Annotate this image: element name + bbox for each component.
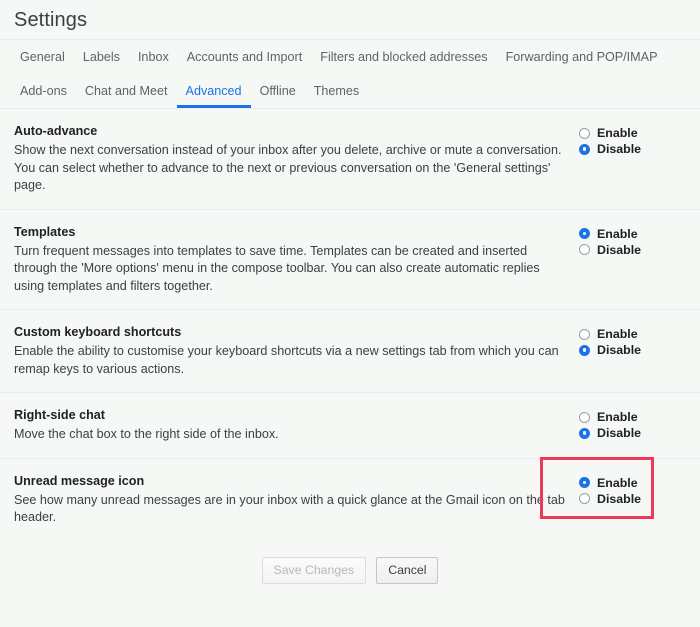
tab-filters-and-blocked-addresses[interactable]: Filters and blocked addresses bbox=[311, 40, 496, 74]
tab-forwarding-and-pop-imap[interactable]: Forwarding and POP/IMAP bbox=[497, 40, 667, 74]
tab-themes[interactable]: Themes bbox=[305, 74, 369, 108]
setting-text: Right-side chat Move the chat box to the … bbox=[14, 407, 568, 444]
setting-title: Right-side chat bbox=[14, 407, 568, 424]
radio-option-label: Disable bbox=[597, 141, 641, 157]
radio-button-icon[interactable] bbox=[579, 144, 590, 155]
settings-tabs: GeneralLabelsInboxAccounts and ImportFil… bbox=[0, 40, 700, 109]
radio-option-label: Disable bbox=[597, 491, 641, 507]
radio-option-disable[interactable]: Disable bbox=[579, 342, 692, 358]
radio-button-icon[interactable] bbox=[579, 412, 590, 423]
tab-labels[interactable]: Labels bbox=[74, 40, 129, 74]
setting-title: Custom keyboard shortcuts bbox=[14, 324, 568, 341]
setting-options: EnableDisable bbox=[568, 224, 692, 258]
settings-list: Auto-advance Show the next conversation i… bbox=[0, 109, 700, 541]
setting-text: Templates Turn frequent messages into tem… bbox=[14, 224, 568, 296]
setting-description: Move the chat box to the right side of t… bbox=[14, 426, 568, 444]
radio-option-enable[interactable]: Enable bbox=[579, 409, 692, 425]
radio-button-icon[interactable] bbox=[579, 345, 590, 356]
setting-text: Unread message icon See how many unread m… bbox=[14, 473, 568, 527]
radio-button-icon[interactable] bbox=[579, 428, 590, 439]
tab-row: GeneralLabelsInboxAccounts and ImportFil… bbox=[11, 40, 700, 108]
setting-description: See how many unread messages are in your… bbox=[14, 492, 568, 527]
setting-row: Right-side chat Move the chat box to the … bbox=[0, 393, 700, 459]
cancel-button[interactable]: Cancel bbox=[376, 557, 438, 584]
radio-option-enable[interactable]: Enable bbox=[579, 326, 692, 342]
setting-title: Unread message icon bbox=[14, 473, 568, 490]
radio-option-enable[interactable]: Enable bbox=[579, 226, 692, 242]
form-actions: Save Changes Cancel bbox=[0, 541, 700, 584]
tab-general[interactable]: General bbox=[11, 40, 74, 74]
radio-option-disable[interactable]: Disable bbox=[579, 491, 692, 507]
save-changes-button[interactable]: Save Changes bbox=[262, 557, 367, 584]
radio-option-disable[interactable]: Disable bbox=[579, 141, 692, 157]
radio-button-icon[interactable] bbox=[579, 244, 590, 255]
tab-offline[interactable]: Offline bbox=[251, 74, 305, 108]
tab-accounts-and-import[interactable]: Accounts and Import bbox=[178, 40, 312, 74]
radio-option-label: Disable bbox=[597, 342, 641, 358]
setting-text: Custom keyboard shortcuts Enable the abil… bbox=[14, 324, 568, 378]
radio-option-label: Enable bbox=[597, 409, 638, 425]
page-title: Settings bbox=[14, 8, 700, 32]
setting-description: Enable the ability to customise your key… bbox=[14, 343, 568, 378]
radio-option-label: Disable bbox=[597, 425, 641, 441]
setting-row: Auto-advance Show the next conversation i… bbox=[0, 109, 700, 210]
radio-button-icon[interactable] bbox=[579, 329, 590, 340]
setting-row: Custom keyboard shortcuts Enable the abil… bbox=[0, 310, 700, 393]
radio-option-label: Enable bbox=[597, 475, 638, 491]
radio-option-disable[interactable]: Disable bbox=[579, 425, 692, 441]
tab-advanced[interactable]: Advanced bbox=[177, 74, 251, 108]
settings-header: Settings bbox=[0, 0, 700, 40]
setting-title: Auto-advance bbox=[14, 123, 568, 140]
tab-add-ons[interactable]: Add-ons bbox=[11, 74, 76, 108]
radio-option-disable[interactable]: Disable bbox=[579, 242, 692, 258]
radio-button-icon[interactable] bbox=[579, 493, 590, 504]
setting-description: Turn frequent messages into templates to… bbox=[14, 243, 568, 296]
setting-title: Templates bbox=[14, 224, 568, 241]
tab-chat-and-meet[interactable]: Chat and Meet bbox=[76, 74, 177, 108]
radio-button-icon[interactable] bbox=[579, 128, 590, 139]
radio-button-icon[interactable] bbox=[579, 477, 590, 488]
setting-options: EnableDisable bbox=[568, 473, 692, 507]
setting-description: Show the next conversation instead of yo… bbox=[14, 142, 568, 195]
setting-row: Templates Turn frequent messages into tem… bbox=[0, 210, 700, 311]
tab-inbox[interactable]: Inbox bbox=[129, 40, 178, 74]
radio-option-label: Enable bbox=[597, 326, 638, 342]
radio-option-label: Enable bbox=[597, 226, 638, 242]
radio-option-enable[interactable]: Enable bbox=[579, 125, 692, 141]
setting-options: EnableDisable bbox=[568, 324, 692, 358]
setting-options: EnableDisable bbox=[568, 407, 692, 441]
radio-option-label: Enable bbox=[597, 125, 638, 141]
setting-row: Unread message icon See how many unread m… bbox=[0, 459, 700, 541]
radio-button-icon[interactable] bbox=[579, 228, 590, 239]
setting-options: EnableDisable bbox=[568, 123, 692, 157]
setting-text: Auto-advance Show the next conversation i… bbox=[14, 123, 568, 195]
radio-option-enable[interactable]: Enable bbox=[579, 475, 692, 491]
radio-option-label: Disable bbox=[597, 242, 641, 258]
